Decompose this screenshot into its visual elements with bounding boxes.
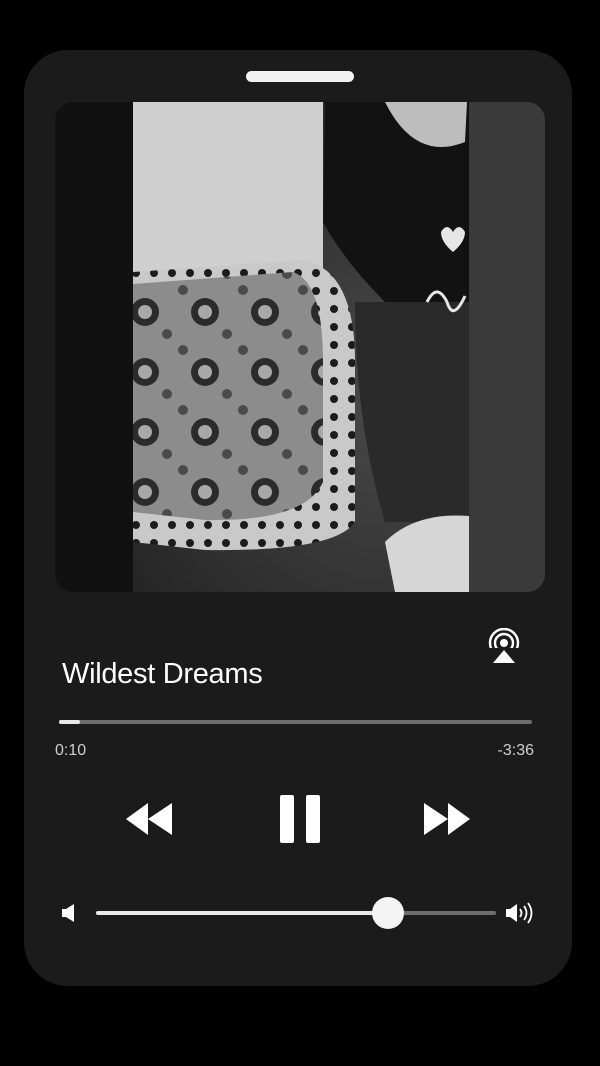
fast-forward-button[interactable] [418,795,474,843]
album-artwork [55,102,545,592]
volume-slider[interactable] [96,897,496,929]
pause-icon [280,795,320,843]
rewind-icon [126,803,172,835]
progress-bar[interactable] [59,720,532,724]
volume-low-icon [60,902,80,924]
elapsed-time: 0:10 [55,742,87,759]
volume-high-icon [505,900,537,926]
fast-forward-icon [424,803,470,835]
progress-fill [59,720,81,724]
track-title: Wildest Dreams [62,658,263,690]
volume-fill [96,911,388,915]
drag-handle[interactable] [246,71,354,82]
airplay-icon[interactable] [486,627,522,664]
pause-button[interactable] [276,792,324,846]
rewind-button[interactable] [122,795,178,843]
volume-knob[interactable] [372,897,404,929]
remaining-time: -3:36 [497,742,534,759]
